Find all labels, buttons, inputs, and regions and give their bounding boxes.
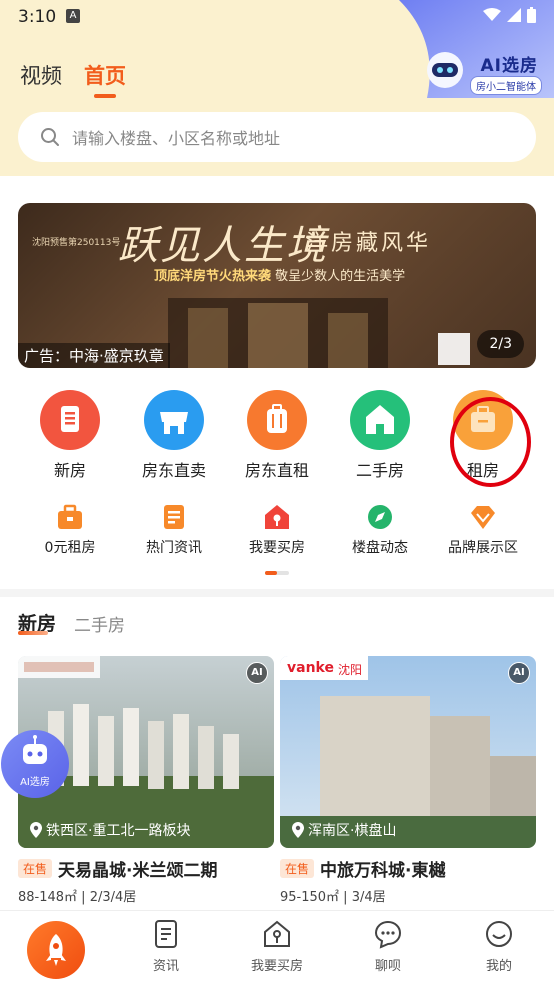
chat-icon: [374, 920, 402, 949]
quick-links-pager-active: [265, 571, 277, 575]
listing-name-row: 在售 天易晶城·米兰颂二期: [18, 856, 274, 881]
quick-project-news[interactable]: 楼盘动态: [328, 503, 432, 557]
ai-badge-icon: AI: [508, 662, 530, 684]
category-landlord-sale[interactable]: 房东直卖: [122, 390, 226, 481]
listing-image: vanke 沈阳 AI 浑南区·棋盘山: [280, 656, 536, 848]
location-pin-icon: [292, 822, 304, 838]
building-icon: [40, 390, 100, 450]
search-input[interactable]: 请输入楼盘、小区名称或地址: [18, 112, 536, 162]
rocket-icon: [46, 934, 66, 966]
floating-ai-label: AI选房: [20, 777, 50, 788]
luggage-icon: [247, 390, 307, 450]
quick-link-label: 0元租房: [44, 540, 96, 556]
nav-news[interactable]: 资讯: [111, 919, 221, 974]
banner-tagline-rest: 敬呈少数人的生活美学: [275, 269, 406, 284]
quick-brand-showcase[interactable]: 品牌展示区: [431, 503, 535, 557]
document-icon: [160, 503, 188, 531]
shop-icon: [144, 390, 204, 450]
nav-label: 聊呗: [374, 959, 401, 974]
listing-card[interactable]: vanke 沈阳 AI 浑南区·棋盘山 在售 中旅万科城·東樾 95-150㎡ …: [280, 656, 536, 905]
category-label: 二手房: [355, 461, 404, 480]
quick-buy-house[interactable]: 我要买房: [225, 503, 329, 557]
listing-name-row: 在售 中旅万科城·東樾: [280, 856, 536, 881]
banner-ad-label: 广告：中海·盛京玖章: [18, 343, 170, 368]
ai-select-subtitle: 房小二智能体: [470, 76, 542, 95]
nav-home-button[interactable]: [27, 921, 85, 979]
status-badge: 在售: [280, 859, 315, 878]
listing-info: 95-150㎡ | 3/4居: [280, 890, 386, 905]
diamond-icon: [469, 503, 497, 531]
tab-second-hand[interactable]: 二手房: [74, 611, 125, 636]
listing-tabs: 新房 二手房: [18, 609, 125, 636]
quick-link-label: 热门资讯: [146, 540, 202, 556]
nav-buy-house[interactable]: 我要买房: [222, 919, 332, 974]
section-divider: [0, 589, 554, 597]
document-icon: [155, 920, 177, 948]
listing-info: 88-148㎡ | 2/3/4居: [18, 890, 137, 905]
ai-select-title: AI选房: [480, 56, 538, 76]
wifi-icon: [483, 8, 501, 21]
ad-banner[interactable]: 沈阳预售第250113号 跃见人生境 洋房藏风华 顶底洋房节火热来袭 敬呈少数人…: [18, 203, 536, 368]
vanke-logo: vanke: [287, 660, 334, 676]
listing-location: 铁西区·重工北一路板块: [30, 820, 190, 840]
nav-chat[interactable]: 聊呗: [333, 919, 443, 974]
nav-label: 资讯: [152, 959, 179, 974]
house-key-icon: [264, 920, 290, 947]
category-landlord-rent[interactable]: 房东直租: [225, 390, 329, 481]
highlight-circle: [450, 397, 531, 487]
ai-badge-icon: AI: [246, 662, 268, 684]
listing-location-text: 浑南区·棋盘山: [308, 823, 397, 839]
nav-label: 我要买房: [250, 959, 303, 974]
robot-icon: [23, 735, 47, 764]
listing-name: 天易晶城·米兰颂二期: [58, 861, 218, 881]
system-icons: [483, 7, 536, 23]
battery-icon: [527, 7, 536, 23]
status-badge: 在售: [18, 859, 53, 878]
floating-ai-button[interactable]: AI选房: [1, 730, 69, 798]
house-key-icon: [263, 503, 291, 531]
nav-mine[interactable]: 我的: [444, 919, 554, 974]
brand-city: 沈阳: [338, 663, 363, 677]
briefcase-icon: [56, 503, 84, 531]
banner-page-indicator: 2/3: [477, 330, 524, 358]
status-time: 3:10: [18, 7, 57, 27]
category-second-hand[interactable]: 二手房: [328, 390, 432, 481]
ai-select-corner[interactable]: AI选房 房小二智能体: [399, 0, 554, 98]
banner-tagline: 顶底洋房节火热来袭 敬呈少数人的生活美学: [154, 265, 405, 284]
quick-zero-rent[interactable]: 0元租房: [18, 503, 122, 557]
listing-location: 浑南区·棋盘山: [292, 820, 396, 840]
category-new-house[interactable]: 新房: [18, 390, 122, 481]
quick-links-row: 0元租房 热门资讯 我要买房 楼盘动态 品牌展示区: [0, 503, 554, 563]
listing-name: 中旅万科城·東樾: [320, 861, 446, 881]
top-tabs: 视频 首页: [20, 60, 126, 98]
smile-icon: [486, 921, 512, 947]
quick-link-label: 品牌展示区: [448, 540, 518, 556]
search-placeholder: 请输入楼盘、小区名称或地址: [72, 129, 281, 148]
nav-label: 我的: [485, 959, 512, 974]
category-label: 房东直卖: [141, 461, 206, 480]
category-label: 新房: [53, 461, 86, 480]
category-label: 房东直租: [244, 461, 309, 480]
quick-link-label: 我要买房: [249, 540, 305, 556]
listing-location-text: 铁西区·重工北一路板块: [46, 823, 191, 839]
signal-icon: [507, 8, 521, 22]
banner-title: 跃见人生境: [118, 223, 328, 269]
location-pin-icon: [30, 822, 42, 838]
tab-home[interactable]: 首页: [84, 60, 126, 98]
tab-new-house[interactable]: 新房: [18, 609, 56, 636]
house-icon: [350, 390, 410, 450]
tab-video[interactable]: 视频: [20, 60, 62, 90]
bottom-nav: 资讯 我要买房 聊呗 我的: [0, 910, 554, 984]
banner-presale-number: 沈阳预售第250113号: [32, 238, 121, 248]
compass-icon: [366, 503, 394, 531]
quick-hot-news[interactable]: 热门资讯: [122, 503, 226, 557]
notification-a-icon: A: [66, 9, 80, 23]
banner-tagline-strong: 顶底洋房节火热来袭: [154, 269, 272, 284]
quick-link-label: 楼盘动态: [352, 540, 408, 556]
search-icon: [41, 128, 59, 146]
banner-subtitle: 洋房藏风华: [306, 231, 432, 256]
